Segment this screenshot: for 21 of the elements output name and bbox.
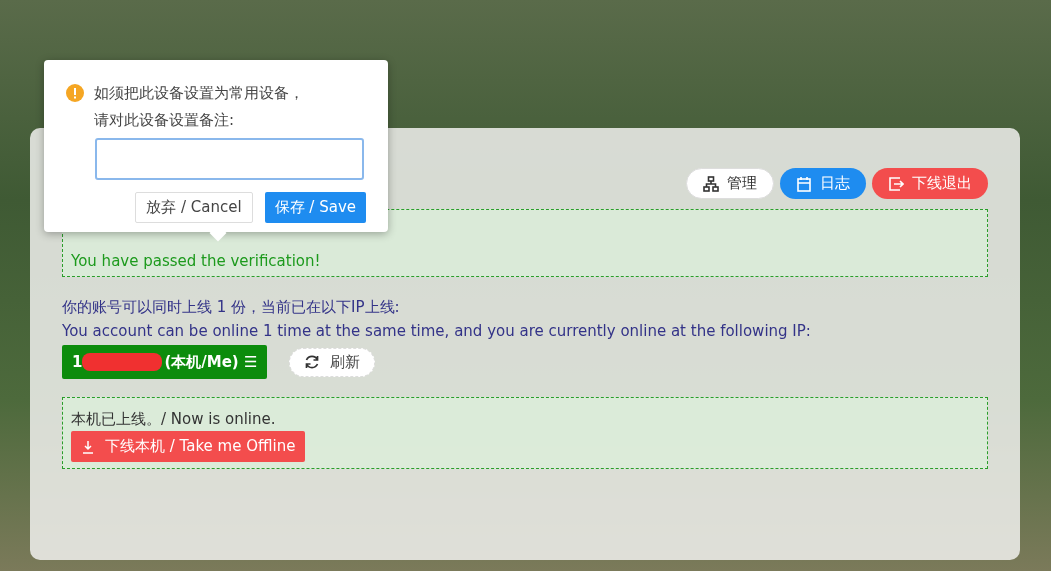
- log-button[interactable]: 日志: [780, 168, 866, 199]
- sitemap-icon: [703, 175, 719, 192]
- device-note-input[interactable]: [95, 138, 364, 180]
- refresh-button[interactable]: 刷新: [289, 347, 376, 377]
- refresh-icon: [304, 354, 321, 370]
- logout-button[interactable]: 下线退出: [872, 168, 988, 199]
- take-offline-button[interactable]: 下线本机 / Take me Offline: [71, 431, 306, 462]
- online-limit-text: 你的账号可以同时上线 1 份，当前已在以下IP上线:: [62, 297, 401, 318]
- download-icon: [81, 439, 95, 454]
- warning-icon: [66, 84, 84, 102]
- ip-address-button[interactable]: 1 (本机/Me) ☰: [62, 345, 268, 379]
- online-limit-text-english: You account can be online 1 time at the same time, and you are currently online at the following IP:: [62, 321, 812, 342]
- save-button[interactable]: 保存 / Save: [264, 192, 366, 223]
- cancel-button[interactable]: 放弃 / Cancel: [135, 192, 253, 223]
- popover-message: 请对此设备设置备注:: [94, 110, 236, 131]
- exit-icon: [888, 175, 904, 192]
- verification-message: You have passed the verification!: [71, 252, 322, 270]
- manage-button[interactable]: 管理: [686, 168, 774, 199]
- online-status-text: 本机已上线。/ Now is online.: [71, 410, 277, 429]
- popover-message: 如须把此设备设置为常用设备，: [94, 83, 304, 104]
- calendar-icon: [796, 175, 812, 192]
